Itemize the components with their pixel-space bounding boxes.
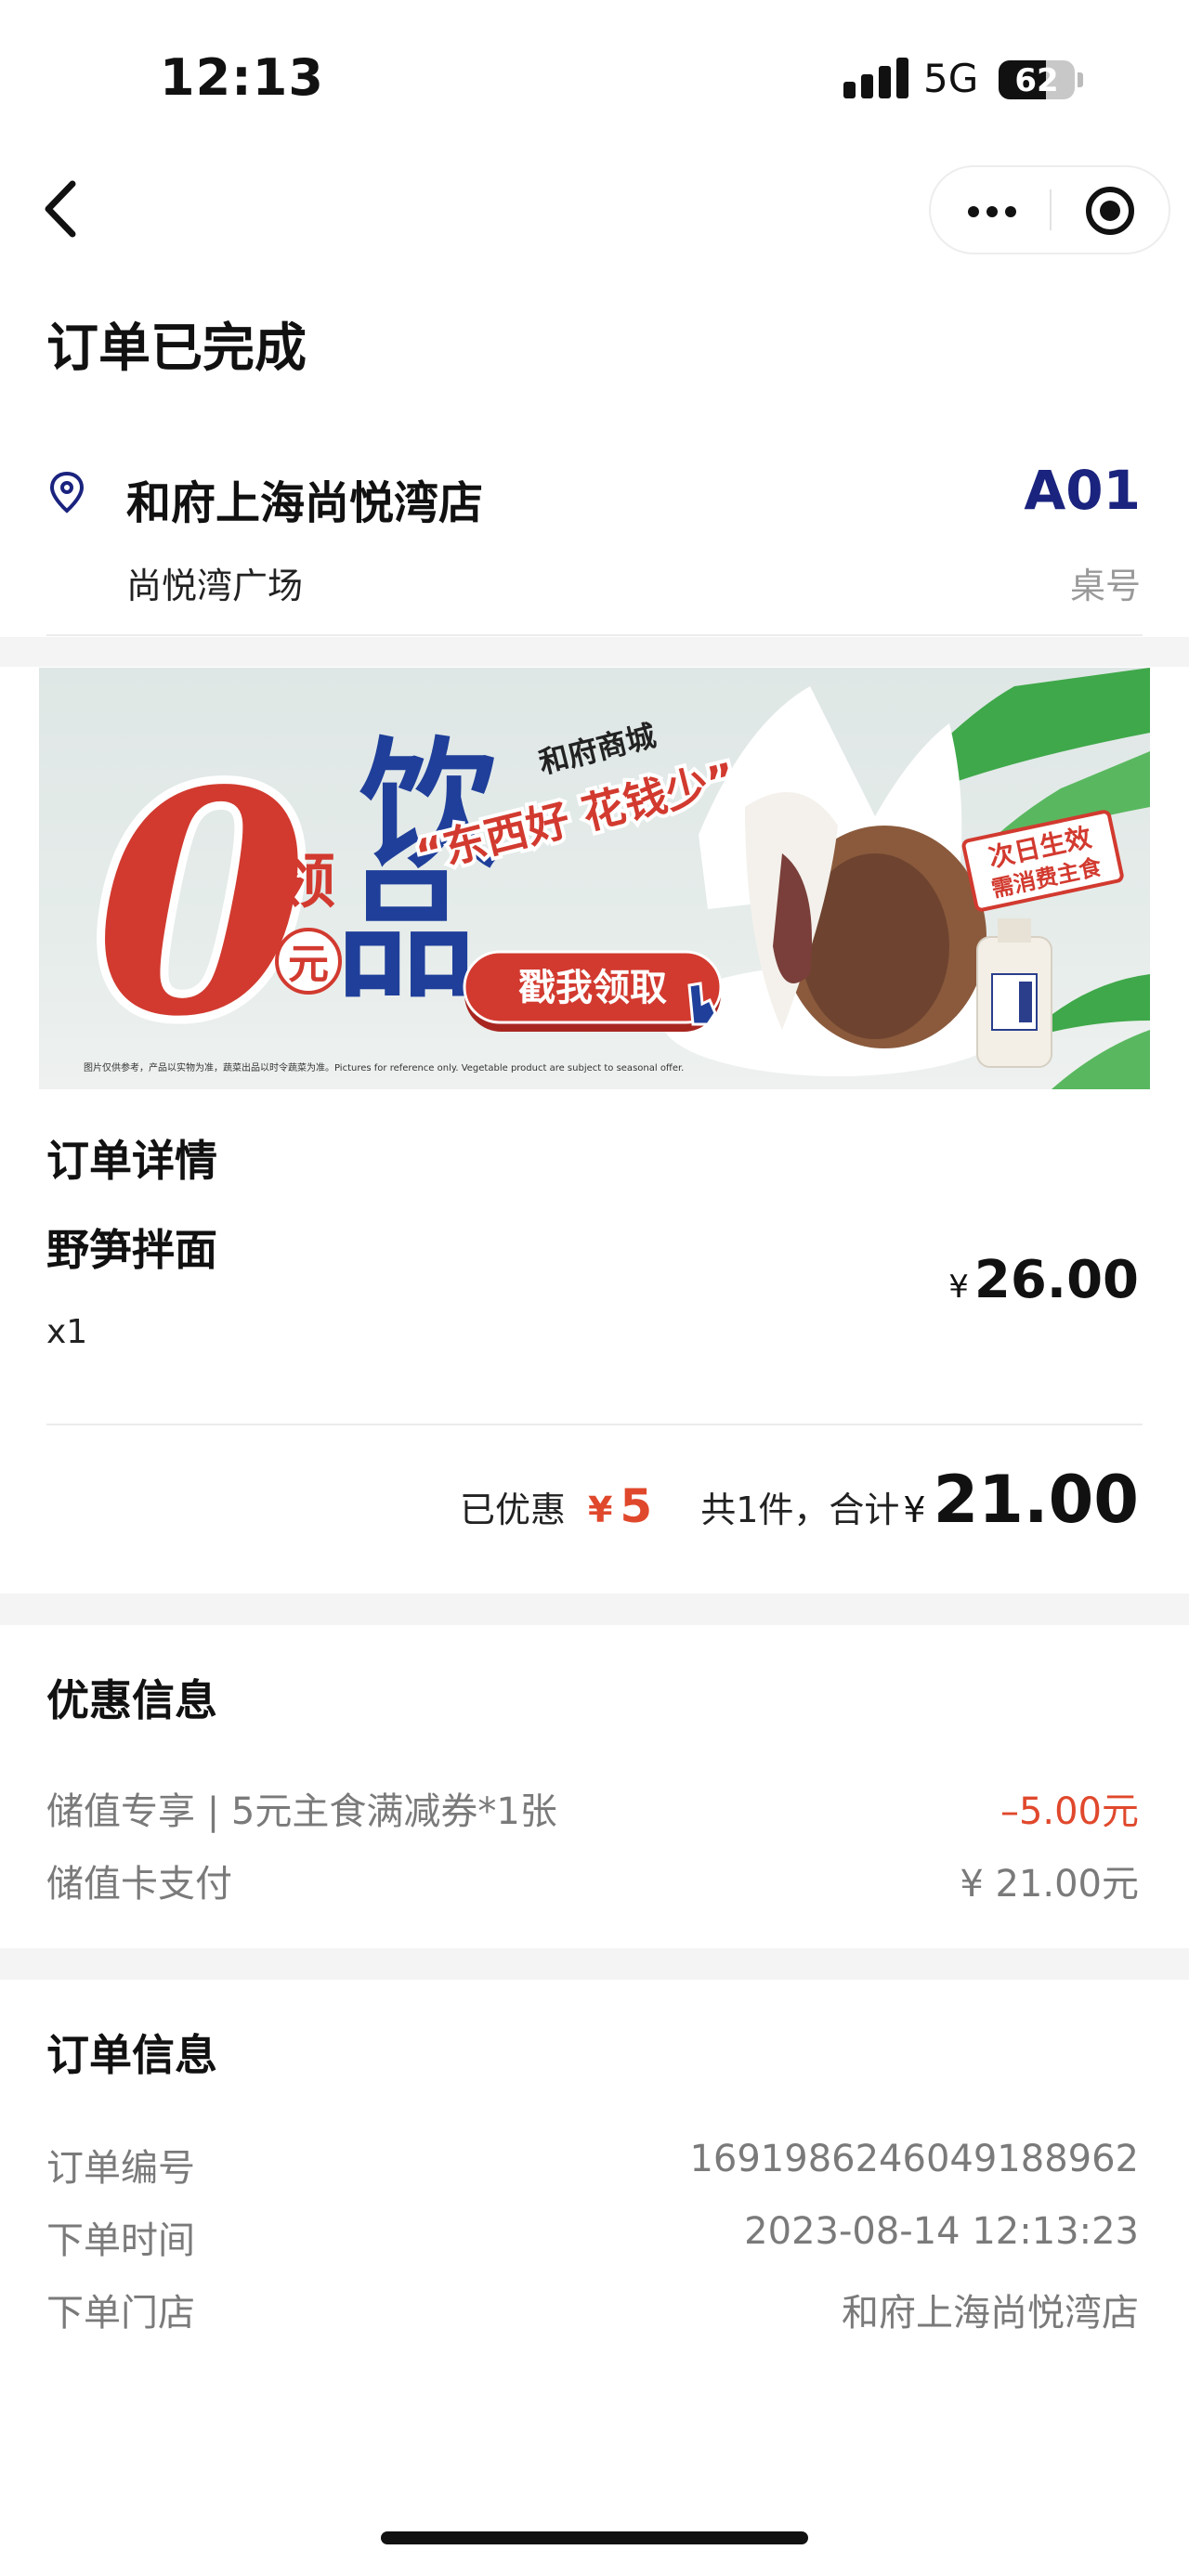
item-currency: ¥ [948,1268,969,1306]
order-store-label: 下单门店 [46,2292,195,2335]
order-number-label: 订单编号 [46,2147,195,2190]
banner-cta: 戳我领取 [518,966,667,1009]
section-gap [0,1594,1189,1625]
item-quantity: x1 [46,1313,88,1351]
home-indicator [381,2531,808,2544]
discount-label: 已优惠 [459,1490,566,1530]
total-currency: ¥ [903,1490,926,1530]
promo-banner[interactable]: 次日生效 需消费主食 0 0 领 元 饮 品 和府商城 “东西好 花钱少” “东… [39,668,1150,1089]
order-summary: 已优惠 ¥5 共1件，合计 ¥ 21.00 [460,1462,1139,1545]
banner-brand: 和府商城 [535,718,659,781]
discount-amount: ¥5 [588,1479,652,1533]
order-time-value: 2023-08-14 12:13:23 [744,2210,1139,2253]
discount-value: 5 [620,1479,653,1533]
item-price: ¥26.00 [948,1250,1139,1310]
banner-disclaimer: 图片仅供参考，产品以实物为准，蔬菜出品以时令蔬菜为准。Pictures for … [84,1061,684,1073]
item-price-value: 26.00 [973,1250,1139,1310]
battery-cap [1078,72,1083,87]
store-name: 和府上海尚悦湾店 [126,477,484,529]
store-area: 尚悦湾广场 [126,566,304,606]
order-info-title: 订单信息 [46,2030,217,2080]
network-label: 5G [923,56,979,101]
mini-program-capsule [929,165,1170,254]
discount-row-value: –5.00元 [1000,1790,1139,1833]
back-button[interactable] [37,176,93,241]
location-pin-icon [49,471,85,514]
banner-artwork: 次日生效 需消费主食 0 0 领 元 饮 品 和府商城 “东西好 花钱少” “东… [84,668,1150,1089]
payment-row-value: ¥ 21.00元 [960,1863,1139,1906]
order-store-value: 和府上海尚悦湾店 [842,2292,1139,2335]
close-mini-program-button[interactable] [1086,187,1134,235]
payment-row-label: 储值卡支付 [46,1863,232,1906]
banner-side-text-2: 元 [288,941,329,988]
table-number: A01 [1024,459,1141,522]
more-button[interactable] [931,167,1050,253]
battery-icon: 62 [999,60,1075,99]
discount-row-label: 储值专享 | 5元主食满减券*1张 [46,1790,557,1833]
section-gap [0,637,1189,667]
order-time-label: 下单时间 [46,2219,195,2262]
table-label: 桌号 [1069,566,1141,606]
status-bar: 12:13 5G 62 [0,0,1189,149]
discount-currency: ¥ [587,1490,613,1530]
order-number-value: 1691986246049188962 [689,2138,1139,2180]
section-gap [0,1948,1189,1980]
total-label: 共1件，合计 [700,1490,900,1530]
signal-icon [843,58,910,98]
divider [46,1424,1143,1425]
item-name: 野笋拌面 [46,1225,217,1275]
capsule-divider [1050,189,1052,230]
discount-info-title: 优惠信息 [46,1675,217,1725]
banner-headline-2: 品 [336,853,476,1017]
battery-level: 62 [1014,62,1059,99]
total-amount: 21.00 [933,1462,1139,1538]
chevron-left-icon [45,180,76,238]
banner-side-text-1: 领 [276,847,335,917]
order-details-title: 订单详情 [46,1136,217,1186]
divider [46,634,1143,636]
status-time: 12:13 [160,48,324,107]
page-title: 订单已完成 [46,319,307,379]
